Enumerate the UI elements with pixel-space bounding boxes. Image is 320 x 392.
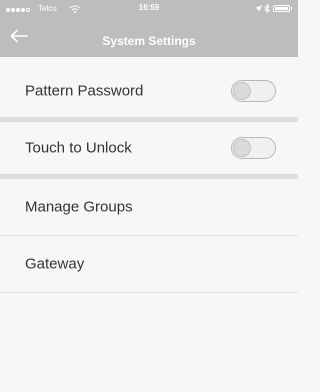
settings-list: Pattern Password Touch to Unlock Manage …: [0, 65, 298, 293]
battery-icon: [273, 5, 290, 12]
manage-groups-row[interactable]: Manage Groups: [0, 179, 298, 236]
toggle-knob: [233, 82, 251, 100]
manage-groups-label: Manage Groups: [25, 198, 133, 216]
gateway-row[interactable]: Gateway: [0, 236, 298, 293]
status-bar: Telco 16:59: [0, 0, 298, 17]
touch-to-unlock-row: Touch to Unlock: [0, 122, 298, 179]
battery-tip: [291, 7, 292, 10]
page-title: System Settings: [102, 34, 196, 48]
status-time: 16:59: [138, 3, 160, 12]
touch-to-unlock-toggle[interactable]: [231, 137, 276, 159]
pattern-password-toggle[interactable]: [231, 80, 276, 102]
bluetooth-icon: [264, 4, 270, 13]
gateway-label: Gateway: [25, 255, 85, 273]
pattern-password-row: Pattern Password: [0, 65, 298, 122]
touch-to-unlock-label: Touch to Unlock: [25, 139, 132, 157]
system-settings-screen: Telco 16:59 System Settings Pattern Pass…: [0, 0, 298, 392]
nav-bar: System Settings: [0, 17, 298, 57]
location-icon: [255, 5, 262, 12]
header: Telco 16:59 System Settings: [0, 0, 298, 57]
toggle-knob: [233, 139, 251, 157]
pattern-password-label: Pattern Password: [25, 82, 144, 100]
